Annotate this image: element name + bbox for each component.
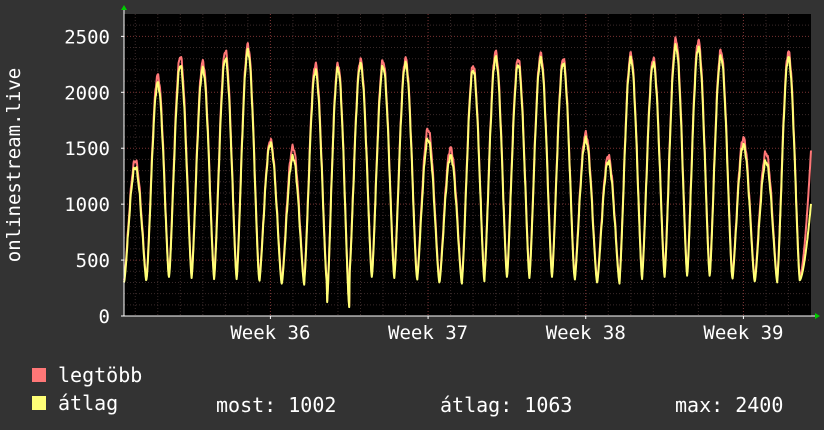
- x-tick-label: Week 36: [230, 322, 310, 344]
- x-tick-label: Week 39: [703, 322, 783, 344]
- y-tick-label: 1000: [64, 194, 110, 216]
- legend-max: legtöbb: [32, 365, 142, 385]
- legend-avg-label: átlag: [58, 391, 119, 415]
- y-tick-label: 0: [99, 306, 110, 328]
- stat-avg: átlag: 1063: [440, 393, 573, 417]
- y-tick-label: 500: [76, 250, 110, 272]
- y-tick-label: 1500: [64, 138, 110, 160]
- stat-now: most: 1002: [216, 393, 337, 417]
- y-axis-label: onlinestream.live: [3, 68, 25, 262]
- legend-max-label: legtöbb: [58, 363, 143, 387]
- y-axis-arrow: [121, 5, 127, 10]
- y-tick-label: 2000: [64, 82, 110, 104]
- y-tick-label: 2500: [64, 26, 110, 48]
- x-tick-label: Week 37: [388, 322, 468, 344]
- x-axis-arrow: [815, 313, 820, 319]
- stat-max: max: 2400: [675, 393, 784, 417]
- legend-max-swatch: [32, 368, 46, 382]
- legend-avg-swatch: [32, 396, 46, 410]
- x-tick-label: Week 38: [546, 322, 626, 344]
- legend-avg: átlag: [32, 393, 118, 413]
